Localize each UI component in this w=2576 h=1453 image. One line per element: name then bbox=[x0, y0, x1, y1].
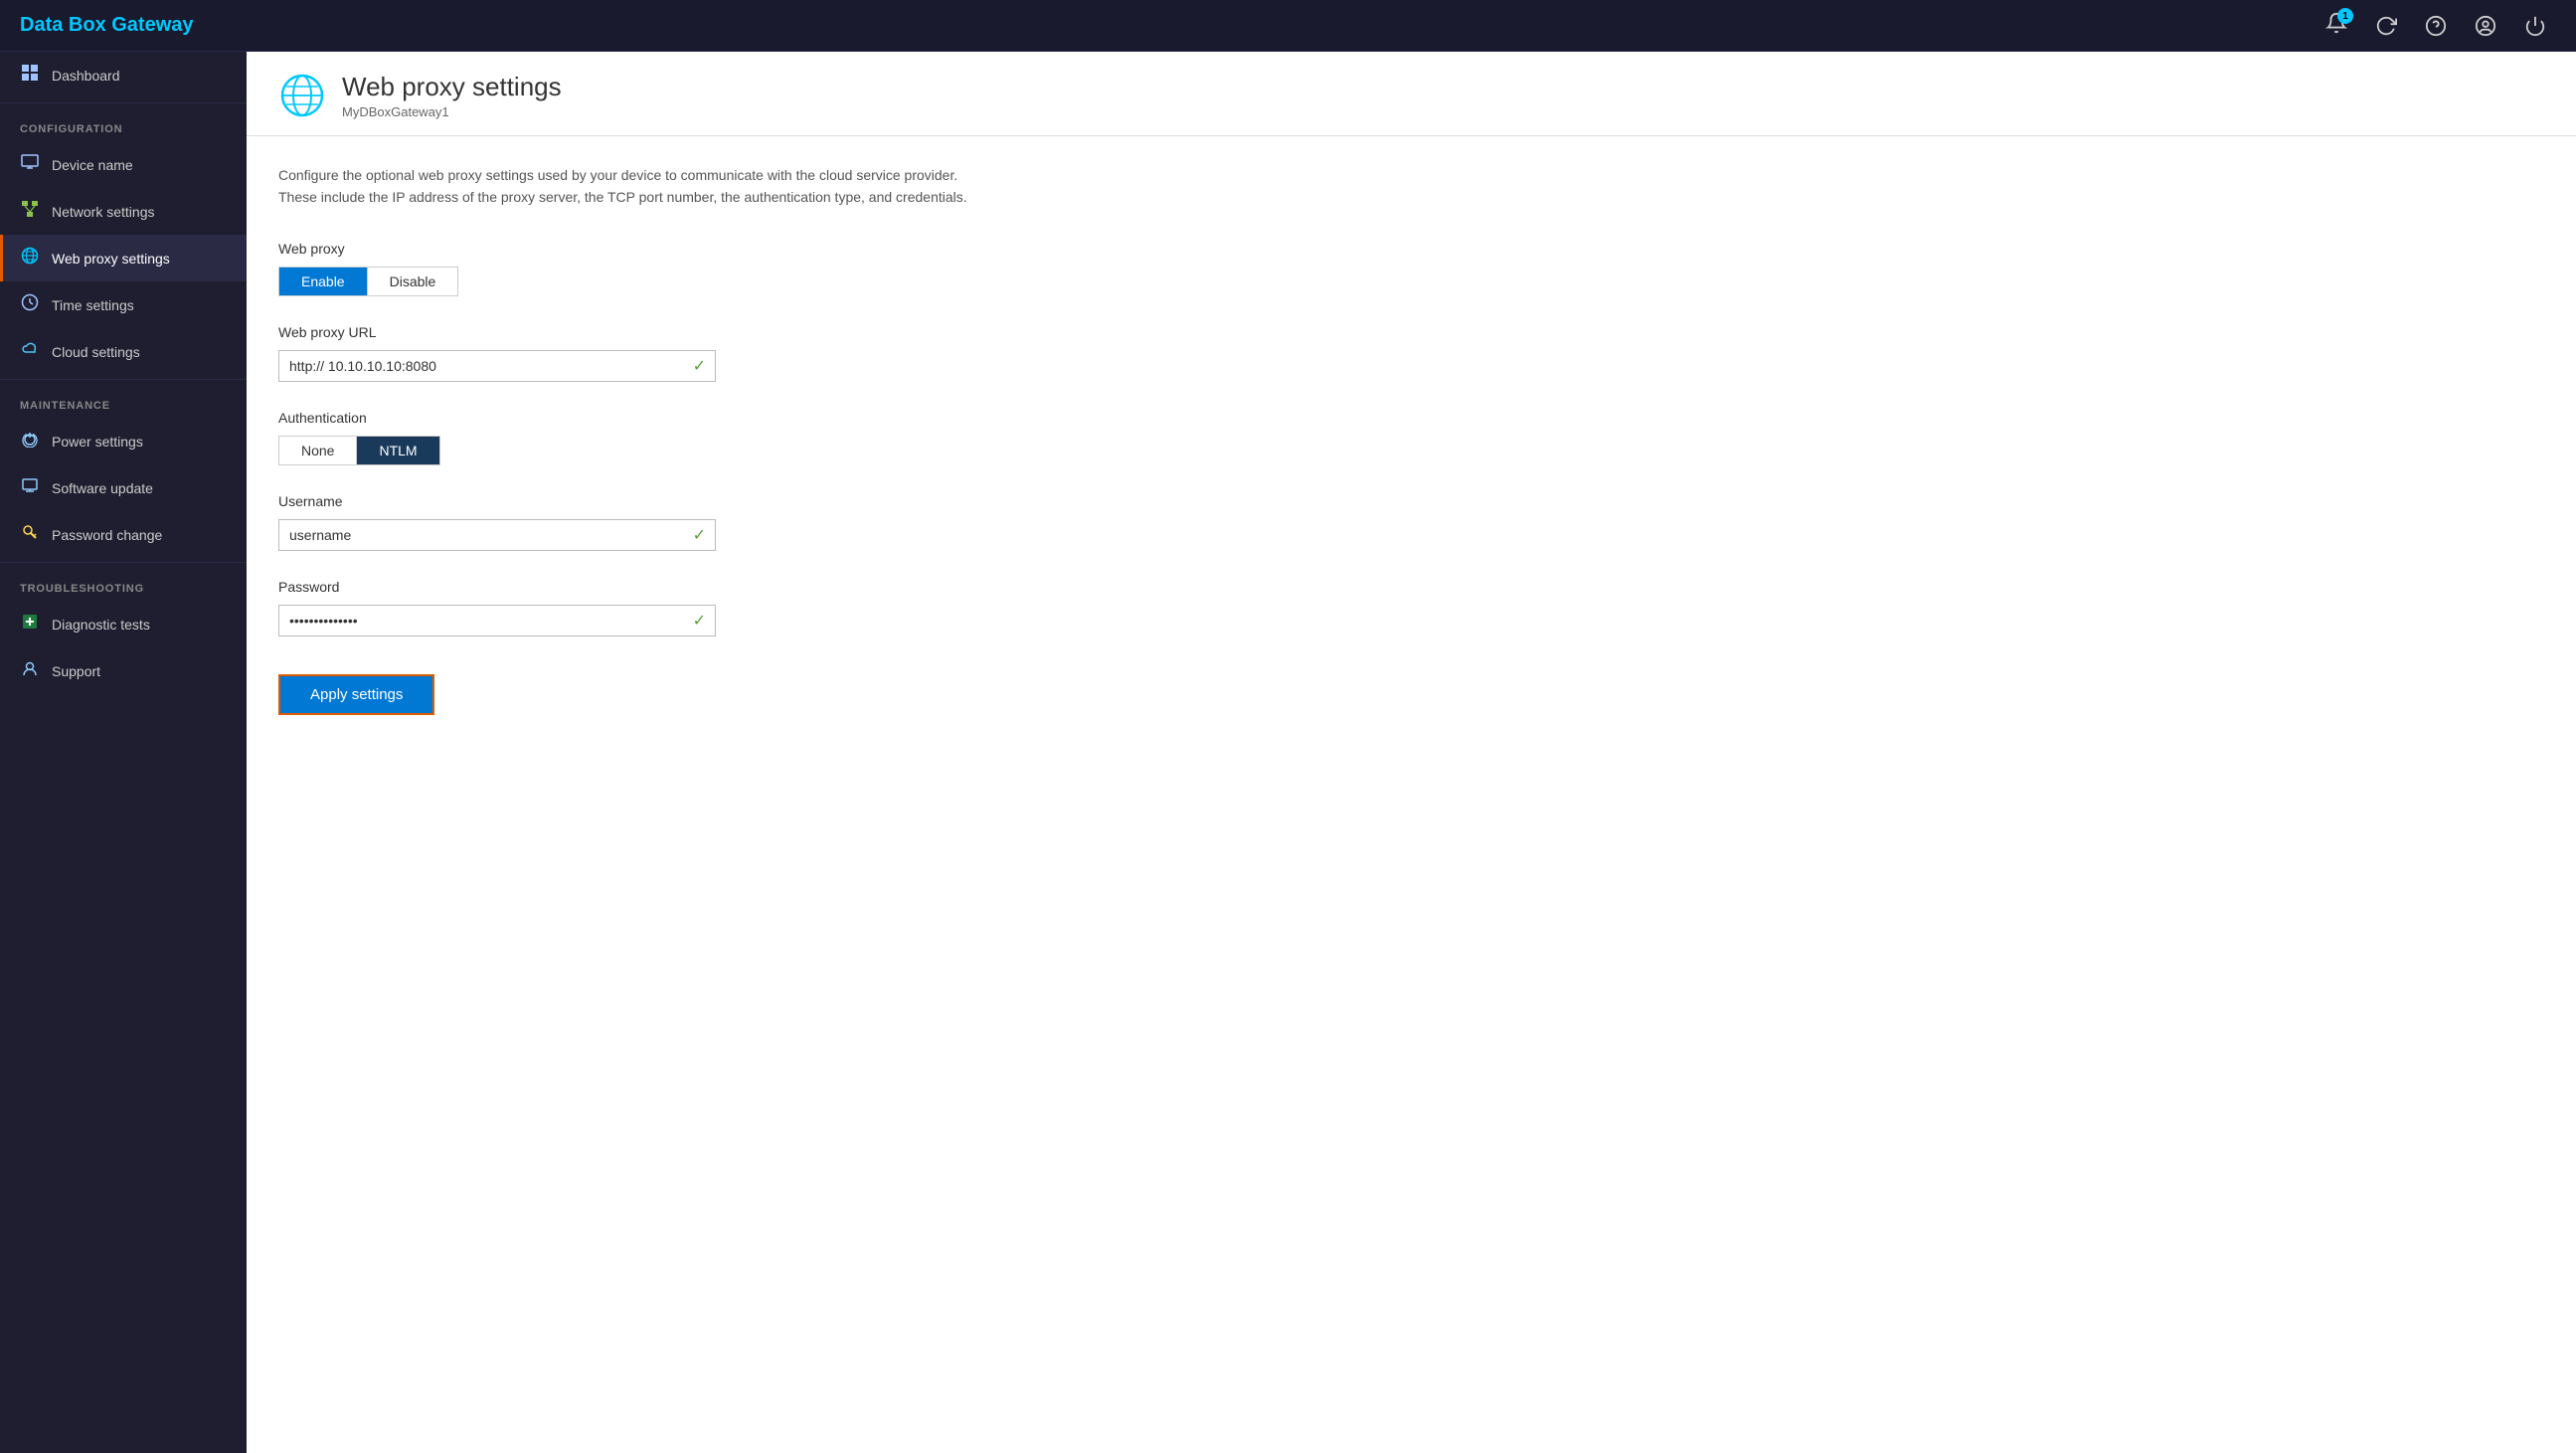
page-header-text: Web proxy settings MyDBoxGateway1 bbox=[342, 72, 562, 119]
username-input-wrapper: ✓ bbox=[278, 519, 716, 551]
sidebar-item-software-update[interactable]: Software update bbox=[0, 464, 247, 511]
troubleshooting-section-header: TROUBLESHOOTING bbox=[0, 567, 247, 601]
sidebar-item-time-settings[interactable]: Time settings bbox=[0, 281, 247, 328]
page-title: Web proxy settings bbox=[342, 72, 562, 102]
sidebar: Dashboard CONFIGURATION Device name bbox=[0, 52, 247, 1453]
none-button[interactable]: None bbox=[279, 437, 356, 464]
web-proxy-toggle: Enable Disable bbox=[278, 267, 458, 296]
username-section: Username ✓ bbox=[278, 493, 2544, 551]
description: Configure the optional web proxy setting… bbox=[278, 164, 1054, 209]
authentication-toggle: None NTLM bbox=[278, 436, 440, 465]
maintenance-section-header: MAINTENANCE bbox=[0, 384, 247, 418]
sidebar-item-diagnostic-tests[interactable]: Diagnostic tests bbox=[0, 601, 247, 647]
apply-settings-button[interactable]: Apply settings bbox=[278, 674, 434, 715]
authentication-section: Authentication None NTLM bbox=[278, 410, 2544, 465]
dashboard-icon bbox=[20, 64, 40, 87]
main-layout: Dashboard CONFIGURATION Device name bbox=[0, 52, 2576, 1453]
power-settings-icon bbox=[20, 430, 40, 453]
notification-badge: 1 bbox=[2337, 8, 2353, 24]
sidebar-item-device-name[interactable]: Device name bbox=[0, 141, 247, 188]
sidebar-item-power-settings[interactable]: Power settings bbox=[0, 418, 247, 464]
config-section-header: CONFIGURATION bbox=[0, 107, 247, 141]
support-icon bbox=[20, 659, 40, 682]
app-title: Data Box Gateway bbox=[20, 14, 2316, 37]
password-icon bbox=[20, 523, 40, 546]
password-label: Password bbox=[278, 579, 2544, 595]
software-update-icon bbox=[20, 476, 40, 499]
topbar: Data Box Gateway 1 bbox=[0, 0, 2576, 52]
web-proxy-url-section: Web proxy URL ✓ bbox=[278, 324, 2544, 382]
sidebar-item-support[interactable]: Support bbox=[0, 647, 247, 694]
url-input-wrapper: ✓ bbox=[278, 350, 716, 382]
username-label: Username bbox=[278, 493, 2544, 509]
sidebar-cloud-label: Cloud settings bbox=[52, 344, 140, 360]
page-subtitle: MyDBoxGateway1 bbox=[342, 104, 562, 119]
sidebar-time-label: Time settings bbox=[52, 297, 134, 313]
password-input[interactable] bbox=[278, 605, 716, 636]
sidebar-item-dashboard[interactable]: Dashboard bbox=[0, 52, 247, 98]
password-check-icon: ✓ bbox=[693, 611, 706, 631]
page-header-icon bbox=[278, 72, 326, 119]
power-button[interactable] bbox=[2514, 7, 2556, 45]
sidebar-divider-3 bbox=[0, 562, 247, 563]
device-icon bbox=[20, 153, 40, 176]
sidebar-item-password-change[interactable]: Password change bbox=[0, 511, 247, 558]
sidebar-divider-1 bbox=[0, 102, 247, 103]
password-section: Password ✓ bbox=[278, 579, 2544, 636]
sidebar-password-label: Password change bbox=[52, 527, 162, 543]
help-button[interactable] bbox=[2415, 7, 2457, 45]
web-proxy-section: Web proxy Enable Disable bbox=[278, 241, 2544, 296]
sidebar-device-label: Device name bbox=[52, 157, 133, 173]
url-check-icon: ✓ bbox=[693, 356, 706, 376]
authentication-label: Authentication bbox=[278, 410, 2544, 426]
enable-button[interactable]: Enable bbox=[279, 268, 367, 295]
account-button[interactable] bbox=[2465, 7, 2506, 45]
web-proxy-url-label: Web proxy URL bbox=[278, 324, 2544, 340]
content-area: Web proxy settings MyDBoxGateway1 Config… bbox=[247, 52, 2576, 1453]
username-input[interactable] bbox=[278, 519, 716, 551]
sidebar-item-network-settings[interactable]: Network settings bbox=[0, 188, 247, 235]
content-body: Configure the optional web proxy setting… bbox=[247, 136, 2576, 743]
sidebar-diagnostic-label: Diagnostic tests bbox=[52, 617, 150, 633]
sidebar-webproxy-label: Web proxy settings bbox=[52, 251, 170, 267]
sidebar-item-web-proxy[interactable]: Web proxy settings bbox=[0, 235, 247, 281]
webproxy-icon bbox=[20, 247, 40, 270]
notification-button[interactable]: 1 bbox=[2316, 4, 2357, 47]
sidebar-network-label: Network settings bbox=[52, 204, 154, 220]
page-header: Web proxy settings MyDBoxGateway1 bbox=[247, 52, 2576, 136]
description-line2: These include the IP address of the prox… bbox=[278, 189, 967, 205]
time-icon bbox=[20, 293, 40, 316]
password-input-wrapper: ✓ bbox=[278, 605, 716, 636]
sidebar-item-cloud-settings[interactable]: Cloud settings bbox=[0, 328, 247, 375]
web-proxy-label: Web proxy bbox=[278, 241, 2544, 257]
sidebar-divider-2 bbox=[0, 379, 247, 380]
topbar-icons: 1 bbox=[2316, 4, 2556, 47]
network-icon bbox=[20, 200, 40, 223]
sidebar-power-label: Power settings bbox=[52, 434, 143, 450]
diagnostic-icon bbox=[20, 613, 40, 636]
refresh-button[interactable] bbox=[2365, 7, 2407, 45]
description-line1: Configure the optional web proxy setting… bbox=[278, 167, 957, 183]
url-input[interactable] bbox=[278, 350, 716, 382]
username-check-icon: ✓ bbox=[693, 525, 706, 545]
ntlm-button[interactable]: NTLM bbox=[356, 437, 438, 464]
disable-button[interactable]: Disable bbox=[367, 268, 458, 295]
cloud-icon bbox=[20, 340, 40, 363]
sidebar-support-label: Support bbox=[52, 663, 100, 679]
sidebar-dashboard-label: Dashboard bbox=[52, 68, 120, 84]
sidebar-software-label: Software update bbox=[52, 480, 153, 496]
